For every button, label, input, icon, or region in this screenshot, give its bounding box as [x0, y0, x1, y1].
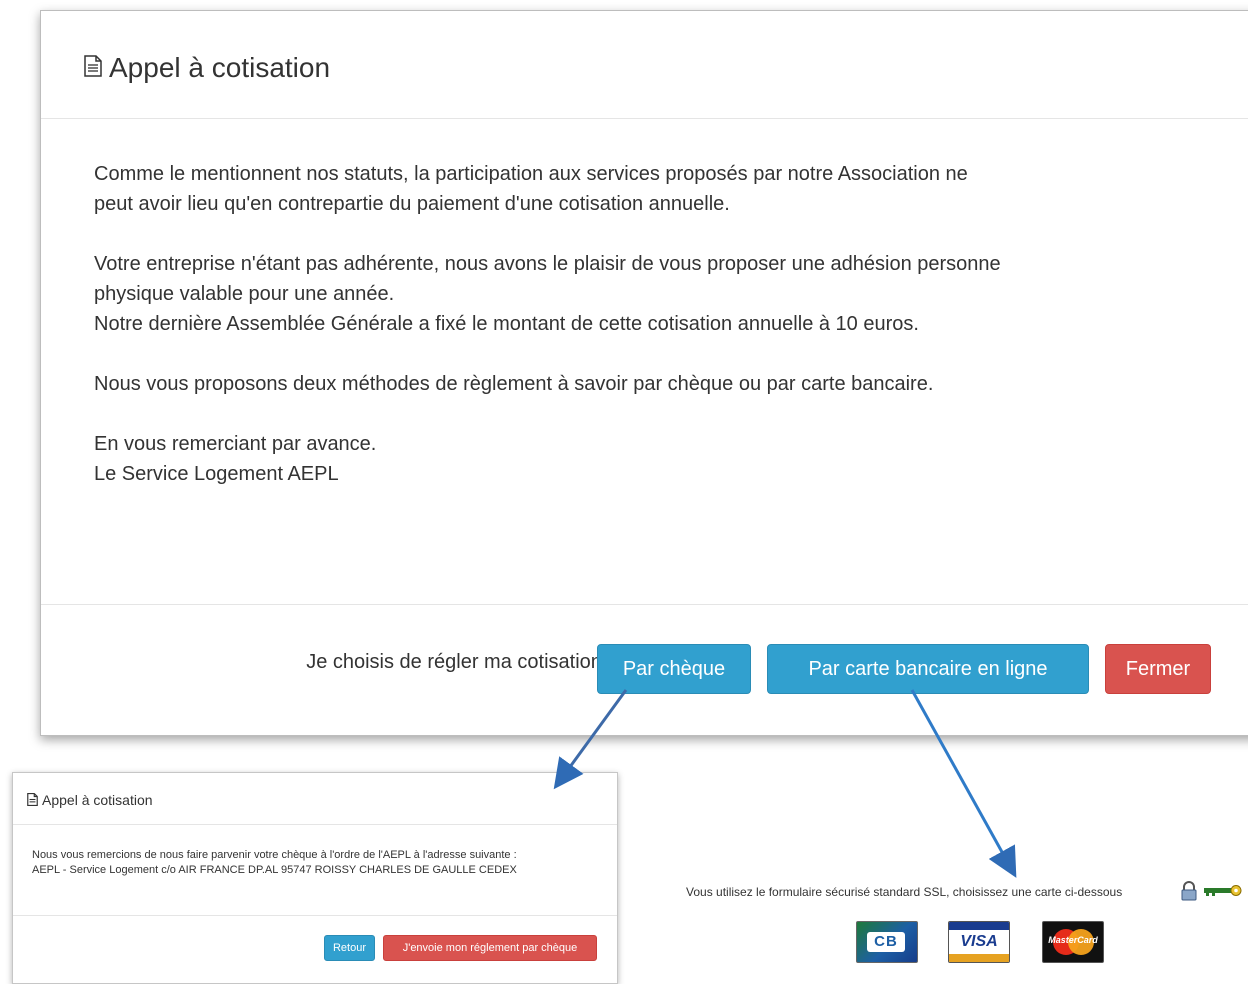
modal-body: Comme le mentionnent nos statuts, la par…: [94, 159, 1214, 519]
visa-stripe: [949, 954, 1009, 962]
modal-title: Appel à cotisation: [109, 52, 331, 83]
modal-header: Appel à cotisation: [41, 11, 1248, 119]
paragraph-adhesion: Votre entreprise n'étant pas adhérente, …: [94, 249, 1214, 339]
cb-card[interactable]: CB: [856, 921, 918, 963]
secure-lock-icon: [1181, 881, 1197, 901]
text-line: Notre dernière Assemblée Générale a fixé…: [94, 313, 919, 335]
paragraph-statuts: Comme le mentionnent nos statuts, la par…: [94, 159, 1214, 219]
mastercard-card-logo: MasterCard: [1048, 935, 1098, 945]
ssl-notice: Vous utilisez le formulaire sécurisé sta…: [686, 885, 1123, 899]
mastercard-card[interactable]: MasterCard: [1042, 921, 1104, 963]
address-line: AEPL - Service Logement c/o AIR FRANCE D…: [32, 864, 517, 876]
cb-card-logo: CB: [867, 932, 905, 952]
key-icon: [1204, 885, 1242, 896]
text-line: Comme le mentionnent nos statuts, la par…: [94, 163, 968, 185]
document-icon: [84, 55, 102, 77]
text-line: En vous remerciant par avance.: [94, 433, 377, 455]
pay-by-cheque-button[interactable]: Par chèque: [597, 644, 751, 694]
text-line: Le Service Logement AEPL: [94, 463, 339, 485]
close-button[interactable]: Fermer: [1105, 644, 1211, 694]
visa-card-logo: VISA: [960, 933, 998, 950]
cheque-modal: Appel à cotisation Nous vous remercions …: [12, 772, 618, 984]
cheque-modal-body: Nous vous remercions de nous faire parve…: [32, 848, 602, 878]
visa-card[interactable]: VISA: [948, 921, 1010, 963]
document-icon: [27, 793, 38, 806]
paragraph-signature: En vous remerciant par avance. Le Servic…: [94, 429, 1214, 489]
cotisation-modal: Appel à cotisation Comme le mentionnent …: [40, 10, 1248, 736]
cheque-modal-header: Appel à cotisation: [13, 773, 617, 825]
text-line: Votre entreprise n'étant pas adhérente, …: [94, 253, 1001, 275]
pay-by-card-button[interactable]: Par carte bancaire en ligne: [767, 644, 1089, 694]
choose-payment-label: Je choisis de régler ma cotisation :: [306, 651, 613, 673]
paragraph-methodes: Nous vous proposons deux méthodes de règ…: [94, 369, 1214, 399]
back-button[interactable]: Retour: [324, 935, 375, 961]
text-line: physique valable pour une année.: [94, 283, 395, 305]
visa-stripe: [949, 922, 1009, 930]
text-line: Nous vous proposons deux méthodes de règ…: [94, 373, 934, 395]
send-cheque-button[interactable]: J'envoie mon réglement par chèque: [383, 935, 597, 961]
cheque-modal-title: Appel à cotisation: [42, 792, 153, 808]
text-line: Nous vous remercions de nous faire parve…: [32, 849, 517, 861]
text-line: peut avoir lieu qu'en contrepartie du pa…: [94, 193, 730, 215]
